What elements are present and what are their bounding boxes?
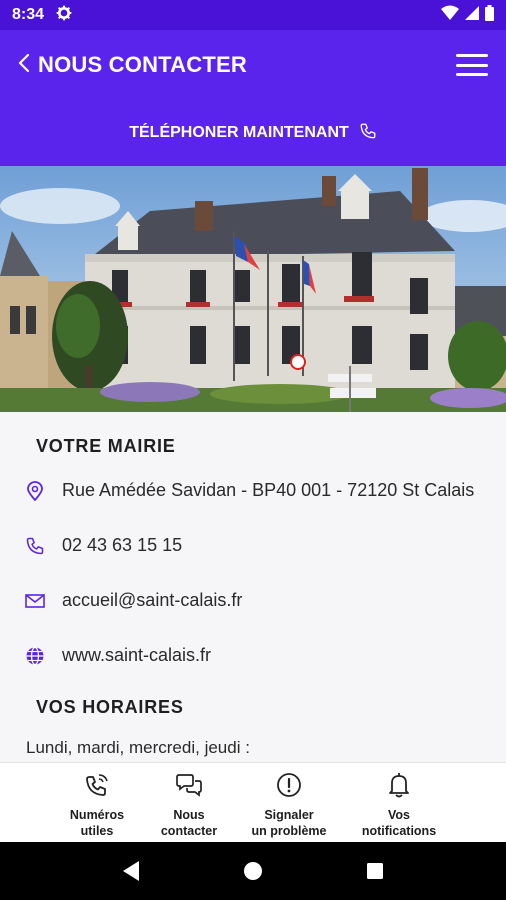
email-text: accueil@saint-calais.fr [62, 590, 243, 610]
app-header: NOUS CONTACTER [0, 30, 506, 100]
cell-signal-icon [465, 5, 479, 25]
map-pin-icon [24, 480, 46, 502]
bell-icon [385, 771, 413, 804]
page-title: NOUS CONTACTER [38, 52, 247, 77]
chevron-left-icon [18, 53, 30, 78]
website-row[interactable]: www.saint-calais.fr [0, 628, 506, 683]
address-row[interactable]: Rue Amédée Savidan - BP40 001 - 72120 St… [0, 463, 506, 518]
hamburger-line [456, 63, 488, 67]
settings-gear-icon [56, 5, 72, 26]
android-nav-bar [0, 842, 506, 900]
hamburger-line [456, 54, 488, 57]
contact-content: VOTRE MAIRIE Rue Amédée Savidan - BP40 0… [0, 412, 506, 762]
section-title-hours: VOS HORAIRES [36, 697, 184, 717]
nav-signaler-probleme[interactable]: Signaler un problème [239, 763, 339, 842]
status-time: 8:34 [12, 6, 45, 23]
nav-label: Numéros utiles [69, 808, 125, 838]
address-text: Rue Amédée Savidan - BP40 001 - 72120 St… [62, 480, 475, 500]
town-hall-photo [0, 166, 506, 412]
phone-icon [359, 122, 377, 145]
call-now-button[interactable]: TÉLÉPHONER MAINTENANT [0, 100, 506, 166]
alert-circle-icon [275, 771, 303, 804]
android-back-button[interactable] [111, 851, 151, 891]
email-row[interactable]: accueil@saint-calais.fr [0, 573, 506, 628]
android-recents-button[interactable] [355, 851, 395, 891]
phone-icon [24, 535, 46, 557]
back-button[interactable]: NOUS CONTACTER [18, 52, 247, 78]
android-home-button[interactable] [233, 851, 273, 891]
nav-numeros-utiles[interactable]: Numéros utiles [57, 763, 137, 842]
nav-nous-contacter[interactable]: Nous contacter [139, 763, 239, 842]
menu-button[interactable] [456, 54, 488, 76]
phone-text: 02 43 63 15 15 [62, 535, 183, 555]
nav-label: Signaler un problème [251, 808, 327, 838]
hamburger-line [456, 73, 488, 76]
phone-row[interactable]: 02 43 63 15 15 [0, 518, 506, 573]
website-text: www.saint-calais.fr [62, 645, 212, 665]
hours-line: Lundi, mardi, mercredi, jeudi : [26, 738, 250, 757]
chat-bubbles-icon [175, 771, 203, 804]
nav-label: Vos notifications [361, 808, 437, 838]
globe-icon [24, 645, 46, 667]
nav-vos-notifications[interactable]: Vos notifications [349, 763, 449, 842]
nav-label: Nous contacter [160, 808, 218, 838]
phone-ring-icon [83, 771, 111, 804]
bottom-nav: Numéros utiles Nous contacter Signaler un p… [0, 762, 506, 842]
wifi-icon [441, 5, 459, 26]
status-icons [441, 4, 494, 26]
status-bar: 8:34 [0, 0, 506, 30]
section-title-mairie: VOTRE MAIRIE [36, 436, 176, 456]
mail-icon [24, 590, 46, 612]
call-now-label: TÉLÉPHONER MAINTENANT [129, 124, 349, 141]
battery-icon [485, 4, 494, 26]
